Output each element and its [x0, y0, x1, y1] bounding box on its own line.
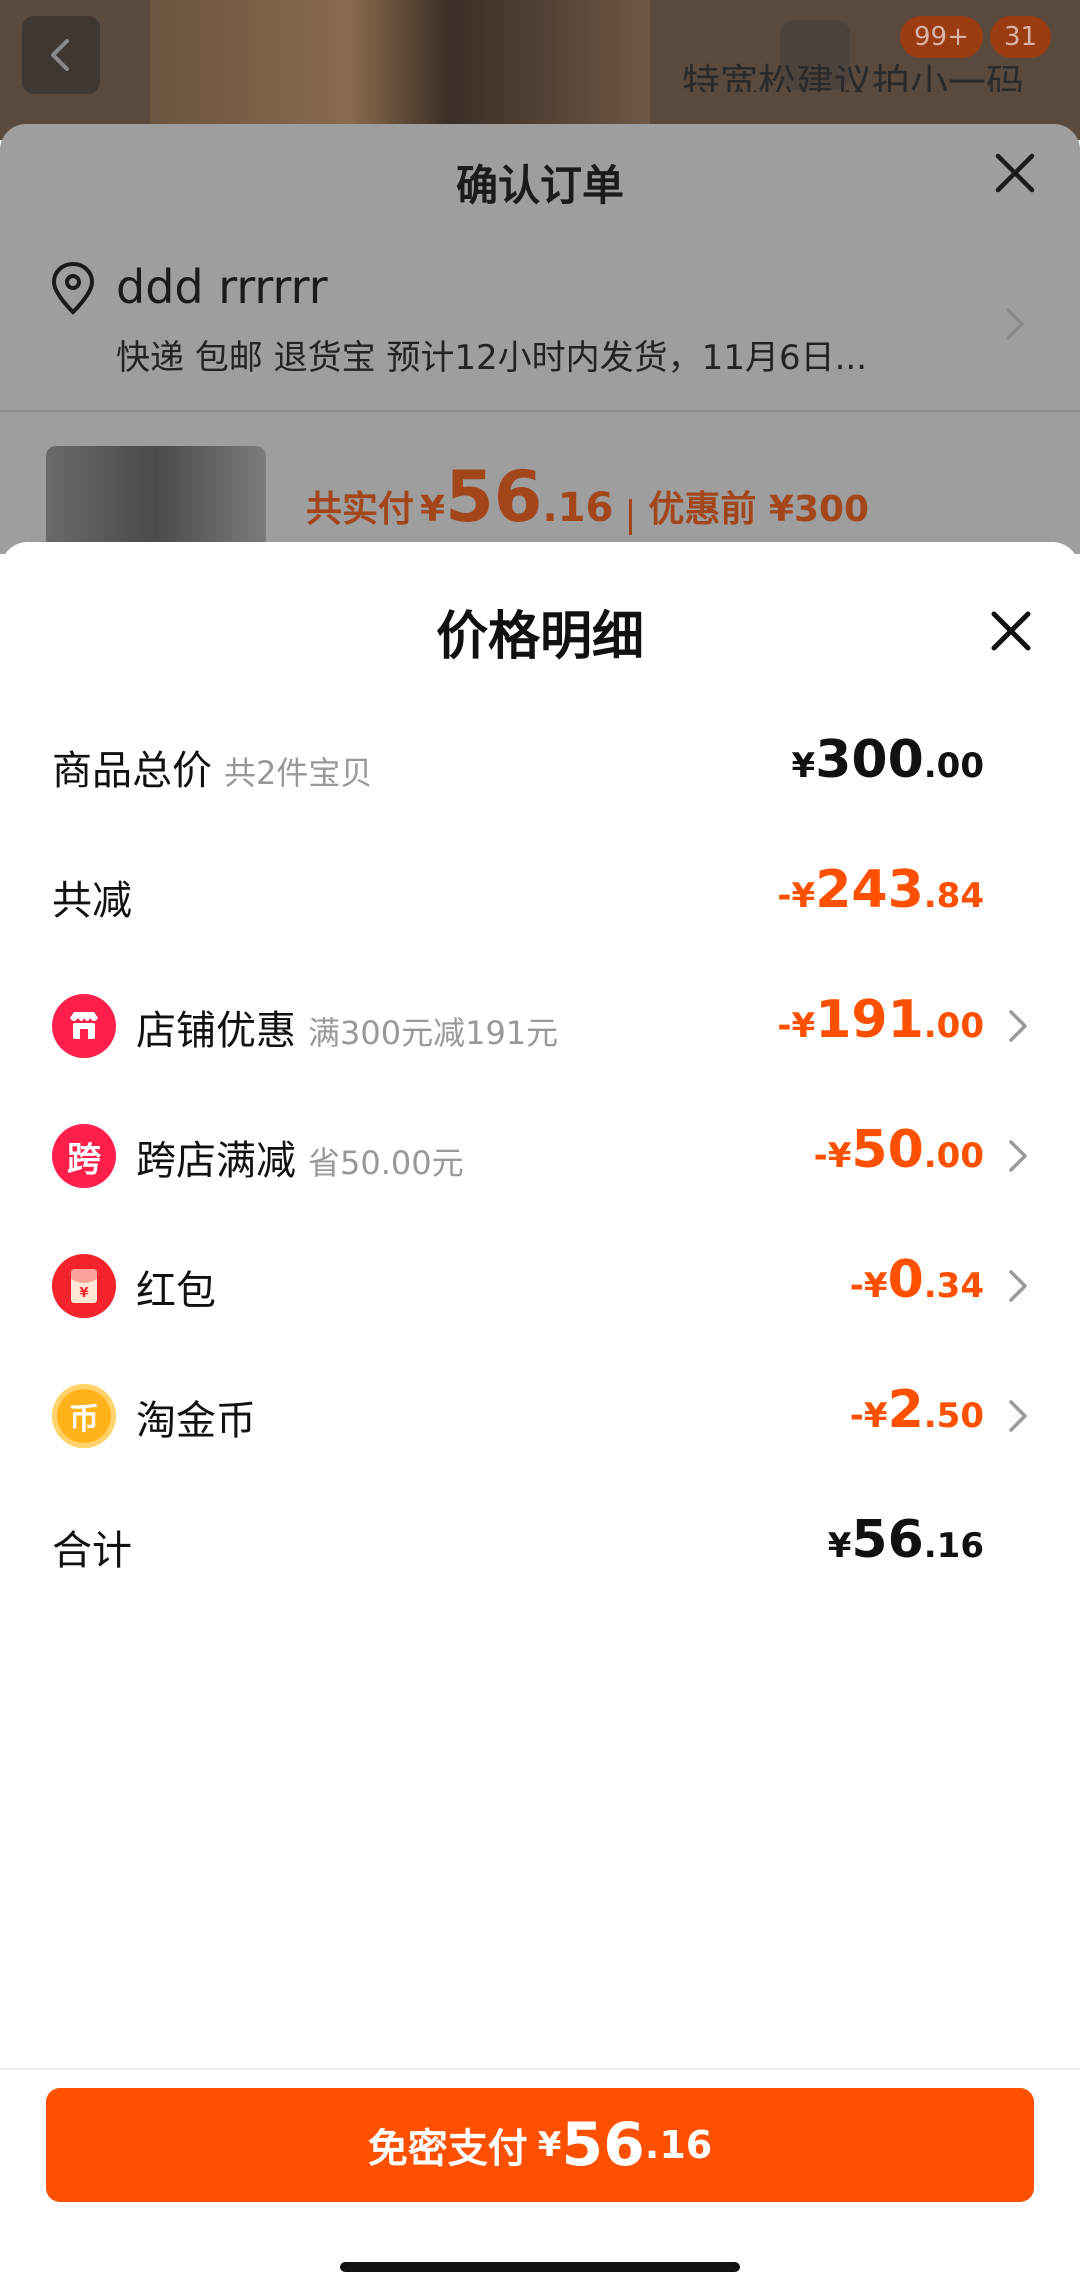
- amount-sign: -: [777, 876, 792, 916]
- size-hint-link[interactable]: 特宽松建议拍小一码: [682, 52, 1052, 92]
- price-row-total-discount: 共减 -¥243.84: [0, 850, 1080, 940]
- screen: 99+ 31 特宽松建议拍小一码 确认订单 ddd rrrrrr 快递 包邮 退…: [0, 0, 1080, 2289]
- pay-label: 共实付: [306, 489, 415, 530]
- amount-sign: -: [777, 1006, 792, 1046]
- amount-dec: .16: [923, 1526, 984, 1566]
- sheet-title: 价格明细: [435, 607, 644, 667]
- close-icon[interactable]: [986, 606, 1036, 656]
- taojinbi-coin-icon: 币: [52, 1384, 116, 1448]
- row-label: 店铺优惠 满300元减191元: [136, 998, 558, 1056]
- amount-currency: ¥: [827, 1136, 852, 1176]
- pay-dec: .16: [542, 485, 614, 531]
- row-amount: ¥56.16: [828, 1510, 984, 1570]
- amount-dec: .00: [923, 1136, 984, 1176]
- row-label-text: 红包: [136, 1268, 216, 1314]
- delivery-info: 快递 包邮 退货宝 预计12小时内发货，11月6日...: [116, 338, 868, 378]
- pay-int: 56: [445, 456, 543, 538]
- row-amount: -¥50.00: [814, 1120, 984, 1180]
- amount-int: 191: [815, 990, 924, 1050]
- amount-dec: .00: [923, 1006, 984, 1046]
- row-label-text: 商品总价: [52, 748, 212, 794]
- amount-int: 0: [887, 1250, 924, 1310]
- row-amount: -¥243.84: [777, 860, 984, 920]
- order-total-summary: 共实付 ¥56.16 优惠前 ¥300: [306, 456, 869, 538]
- row-label: 红包: [136, 1258, 216, 1316]
- amount-int: 50: [851, 1120, 924, 1180]
- close-icon[interactable]: [990, 148, 1040, 198]
- row-label-text: 合计: [52, 1528, 132, 1574]
- amount-sign: -: [849, 1266, 864, 1306]
- amount-currency: ¥: [863, 1396, 888, 1436]
- amount-int: 2: [887, 1380, 924, 1440]
- amount-dec: .34: [923, 1266, 984, 1306]
- row-amount: -¥0.34: [850, 1250, 984, 1310]
- amount-currency: ¥: [791, 876, 816, 916]
- amount-currency: ¥: [863, 1266, 888, 1306]
- row-label-text: 共减: [52, 878, 132, 924]
- amount-int: 243: [815, 860, 924, 920]
- separator: [629, 498, 633, 535]
- price-before-discount: 优惠前 ¥300: [648, 489, 870, 530]
- row-label: 淘金币: [136, 1388, 256, 1446]
- back-button[interactable]: [22, 16, 100, 94]
- pay-button-label: 免密支付: [367, 2126, 528, 2172]
- price-row-red-packet[interactable]: ¥ 红包 -¥0.34: [0, 1240, 1080, 1330]
- home-indicator[interactable]: [340, 2262, 740, 2272]
- price-row-store-discount[interactable]: 店铺优惠 满300元减191元 -¥191.00: [0, 980, 1080, 1070]
- amount-int: 56: [851, 1510, 924, 1570]
- row-label: 商品总价 共2件宝贝: [52, 738, 372, 796]
- row-amount: ¥300.00: [792, 730, 984, 790]
- row-amount: -¥191.00: [777, 990, 984, 1050]
- product-photo: [150, 0, 650, 140]
- pay-button-int: 56: [561, 2110, 645, 2180]
- confirm-order-title: 确认订单: [455, 161, 624, 210]
- product-header-background: 99+ 31 特宽松建议拍小一码: [0, 0, 1080, 140]
- pay-currency: ¥: [420, 489, 446, 530]
- price-row-taojinbi[interactable]: 币 淘金币 -¥2.50: [0, 1370, 1080, 1460]
- divider: [0, 410, 1080, 412]
- amount-currency: ¥: [827, 1526, 852, 1566]
- chevron-right-icon: [1009, 1270, 1027, 1302]
- chevron-right-icon: [1006, 308, 1024, 340]
- icon-text: 跨: [67, 1139, 101, 1180]
- row-label: 共减: [52, 868, 132, 926]
- row-label-text: 店铺优惠: [136, 1008, 296, 1054]
- chevron-left-icon: [51, 39, 69, 71]
- row-note: 共2件宝贝: [224, 754, 373, 792]
- amount-sign: -: [849, 1396, 864, 1436]
- price-row-total: 合计 ¥56.16: [0, 1500, 1080, 1590]
- pay-button-currency: ¥: [537, 2125, 562, 2165]
- price-detail-sheet: 价格明细 商品总价 共2件宝贝 ¥300.00 共减 -¥243.84 店铺优惠…: [0, 542, 1080, 2289]
- amount-int: 300: [815, 730, 924, 790]
- pay-button-dec: .16: [644, 2123, 713, 2167]
- row-amount: -¥2.50: [850, 1380, 984, 1440]
- icon-text: 币: [69, 1402, 99, 1437]
- password-free-pay-button[interactable]: 免密支付 ¥56.16: [46, 2088, 1034, 2202]
- location-pin-icon: [51, 261, 95, 315]
- amount-currency: ¥: [791, 1006, 816, 1046]
- row-label: 跨店满减 省50.00元: [136, 1128, 464, 1186]
- amount-dec: .50: [923, 1396, 984, 1436]
- chevron-right-icon: [1009, 1010, 1027, 1042]
- amount-dec: .00: [923, 746, 984, 786]
- amount-currency: ¥: [791, 746, 816, 786]
- chevron-right-icon: [1009, 1400, 1027, 1432]
- red-packet-icon: ¥: [52, 1254, 116, 1318]
- address-name[interactable]: ddd rrrrrr: [116, 260, 328, 314]
- footer-divider: [0, 2068, 1080, 2070]
- store-icon: [52, 994, 116, 1058]
- price-row-cross-store-discount[interactable]: 跨 跨店满减 省50.00元 -¥50.00: [0, 1110, 1080, 1200]
- row-label-text: 跨店满减: [136, 1138, 296, 1184]
- row-label-text: 淘金币: [136, 1398, 256, 1444]
- row-note: 省50.00元: [308, 1144, 464, 1182]
- row-note: 满300元减191元: [308, 1014, 559, 1052]
- price-row-goods-total: 商品总价 共2件宝贝 ¥300.00: [0, 720, 1080, 810]
- row-label: 合计: [52, 1518, 132, 1576]
- svg-text:¥: ¥: [79, 1286, 88, 1301]
- amount-sign: -: [813, 1136, 828, 1176]
- chevron-right-icon: [1009, 1140, 1027, 1172]
- product-thumbnail: [46, 446, 266, 556]
- amount-dec: .84: [923, 876, 984, 916]
- cross-store-icon: 跨: [52, 1124, 116, 1188]
